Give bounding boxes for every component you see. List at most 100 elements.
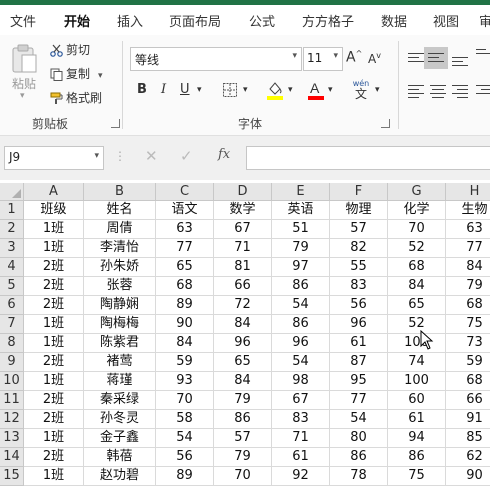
cell-a6[interactable]: 2班 <box>24 296 84 315</box>
tab-review[interactable]: 审 <box>479 11 490 30</box>
cell-h11[interactable]: 66 <box>446 391 490 410</box>
cell-d4[interactable]: 81 <box>214 258 272 277</box>
cell-a15[interactable]: 1班 <box>24 467 84 486</box>
increase-font-size-button[interactable]: A^ <box>346 49 362 66</box>
tab-page-layout[interactable]: 页面布局 <box>169 11 221 30</box>
cell-b4[interactable]: 孙朱娇 <box>84 258 156 277</box>
cell-h8[interactable]: 73 <box>446 334 490 353</box>
cell-h15[interactable]: 90 <box>446 467 490 486</box>
orientation-icon[interactable] <box>476 49 490 57</box>
select-all-button[interactable] <box>0 183 24 201</box>
font-launcher-icon[interactable] <box>381 119 390 128</box>
cell-a9[interactable]: 2班 <box>24 353 84 372</box>
border-icon[interactable] <box>222 82 238 98</box>
copy-button[interactable]: 复制 ▾ <box>50 65 103 82</box>
cell-f14[interactable]: 86 <box>330 448 388 467</box>
cell-d12[interactable]: 86 <box>214 410 272 429</box>
cell-c10[interactable]: 93 <box>156 372 214 391</box>
phonetic-dropdown-icon[interactable]: ▾ <box>375 85 380 95</box>
cell-c8[interactable]: 84 <box>156 334 214 353</box>
cell-h5[interactable]: 79 <box>446 277 490 296</box>
cell-g1[interactable]: 化学 <box>388 201 446 220</box>
cell-a5[interactable]: 2班 <box>24 277 84 296</box>
font-size-select[interactable]: 11 ▾ <box>303 47 343 71</box>
font-name-select[interactable]: 等线 ▾ <box>130 47 302 71</box>
cell-a1[interactable]: 班级 <box>24 201 84 220</box>
tab-view[interactable]: 视图 <box>433 11 459 30</box>
row-header-7[interactable]: 7 <box>0 315 24 334</box>
format-painter-button[interactable]: 格式刷 <box>50 89 102 106</box>
row-header-10[interactable]: 10 <box>0 372 24 391</box>
column-header-a[interactable]: A <box>24 183 84 201</box>
cell-c6[interactable]: 89 <box>156 296 214 315</box>
cell-a11[interactable]: 2班 <box>24 391 84 410</box>
cell-d15[interactable]: 70 <box>214 467 272 486</box>
row-header-11[interactable]: 11 <box>0 391 24 410</box>
cell-g12[interactable]: 61 <box>388 410 446 429</box>
column-header-f[interactable]: F <box>330 183 388 201</box>
cell-d6[interactable]: 72 <box>214 296 272 315</box>
cell-b9[interactable]: 褚莺 <box>84 353 156 372</box>
decrease-indent-icon[interactable] <box>476 85 490 97</box>
cell-f10[interactable]: 95 <box>330 372 388 391</box>
cell-b13[interactable]: 金子鑫 <box>84 429 156 448</box>
cell-d8[interactable]: 96 <box>214 334 272 353</box>
cell-e12[interactable]: 83 <box>272 410 330 429</box>
row-header-1[interactable]: 1 <box>0 201 24 220</box>
cell-a7[interactable]: 1班 <box>24 315 84 334</box>
name-box[interactable]: J9 ▾ <box>4 146 104 170</box>
cell-a12[interactable]: 2班 <box>24 410 84 429</box>
cell-h6[interactable]: 68 <box>446 296 490 315</box>
cell-f13[interactable]: 80 <box>330 429 388 448</box>
row-header-9[interactable]: 9 <box>0 353 24 372</box>
cell-f4[interactable]: 55 <box>330 258 388 277</box>
cell-d9[interactable]: 65 <box>214 353 272 372</box>
fill-color-icon[interactable] <box>266 79 284 101</box>
cell-h12[interactable]: 91 <box>446 410 490 429</box>
row-header-13[interactable]: 13 <box>0 429 24 448</box>
cell-d2[interactable]: 67 <box>214 220 272 239</box>
align-center-icon[interactable] <box>430 85 446 101</box>
cell-g13[interactable]: 94 <box>388 429 446 448</box>
row-header-12[interactable]: 12 <box>0 410 24 429</box>
cell-c1[interactable]: 语文 <box>156 201 214 220</box>
cell-h10[interactable]: 68 <box>446 372 490 391</box>
cell-b2[interactable]: 周倩 <box>84 220 156 239</box>
cell-g10[interactable]: 100 <box>388 372 446 391</box>
cell-d10[interactable]: 84 <box>214 372 272 391</box>
row-header-14[interactable]: 14 <box>0 448 24 467</box>
align-middle-button[interactable] <box>424 47 448 69</box>
cell-e1[interactable]: 英语 <box>272 201 330 220</box>
cell-d1[interactable]: 数学 <box>214 201 272 220</box>
cell-g2[interactable]: 70 <box>388 220 446 239</box>
row-header-5[interactable]: 5 <box>0 277 24 296</box>
cell-d14[interactable]: 79 <box>214 448 272 467</box>
column-header-d[interactable]: D <box>214 183 272 201</box>
row-header-6[interactable]: 6 <box>0 296 24 315</box>
tab-formulas[interactable]: 公式 <box>249 11 275 30</box>
chevron-down-icon[interactable]: ▾ <box>94 151 99 161</box>
tab-insert[interactable]: 插入 <box>117 11 143 30</box>
cell-e5[interactable]: 86 <box>272 277 330 296</box>
cell-e3[interactable]: 79 <box>272 239 330 258</box>
cell-a13[interactable]: 1班 <box>24 429 84 448</box>
italic-button[interactable]: I <box>161 82 166 97</box>
font-color-icon[interactable]: A <box>307 79 325 101</box>
cell-a4[interactable]: 2班 <box>24 258 84 277</box>
cell-h14[interactable]: 62 <box>446 448 490 467</box>
cell-b10[interactable]: 蒋瑾 <box>84 372 156 391</box>
cell-g4[interactable]: 68 <box>388 258 446 277</box>
cell-h13[interactable]: 85 <box>446 429 490 448</box>
cancel-icon[interactable]: ✕ <box>145 147 158 165</box>
cell-b6[interactable]: 陶静娴 <box>84 296 156 315</box>
cell-b12[interactable]: 孙冬灵 <box>84 410 156 429</box>
clipboard-launcher-icon[interactable] <box>111 119 120 128</box>
cell-c14[interactable]: 56 <box>156 448 214 467</box>
cell-h7[interactable]: 75 <box>446 315 490 334</box>
cell-f6[interactable]: 56 <box>330 296 388 315</box>
cell-d13[interactable]: 57 <box>214 429 272 448</box>
cell-g7[interactable]: 52 <box>388 315 446 334</box>
align-right-icon[interactable] <box>452 85 468 101</box>
cell-e11[interactable]: 67 <box>272 391 330 410</box>
cell-a8[interactable]: 1班 <box>24 334 84 353</box>
